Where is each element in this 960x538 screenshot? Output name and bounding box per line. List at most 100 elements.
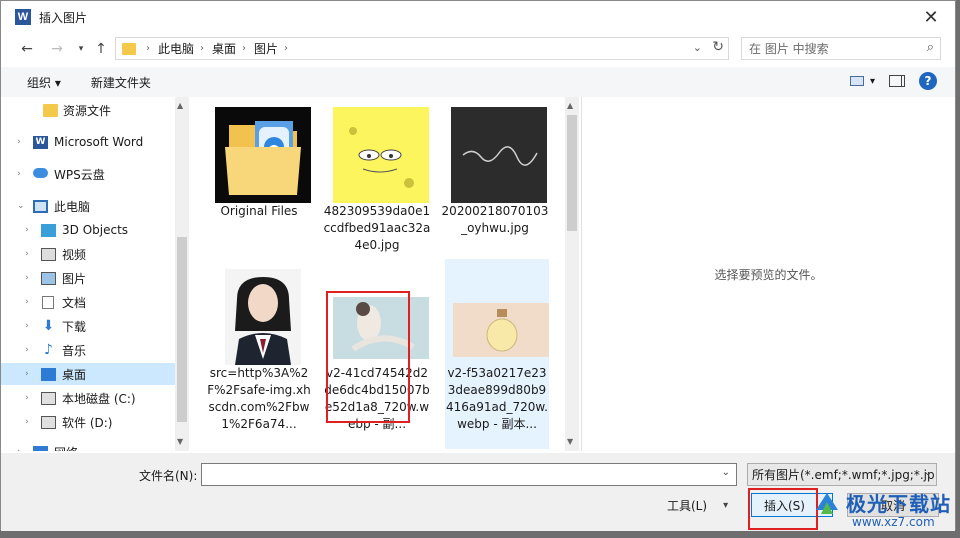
file-name: v2-f53a0217e233deae899d80b9416a91ad_720w… (446, 366, 548, 431)
file-name: 20200218070103_oyhwu.jpg (441, 204, 549, 235)
file-type-select[interactable]: 所有图片(*.emf;*.wmf;*.jpg;*.jp ⌄ (747, 463, 937, 486)
breadcrumb-desktop[interactable]: 桌面 (212, 40, 236, 57)
chevron-right-icon[interactable]: › (25, 417, 29, 427)
chevron-right-icon[interactable]: › (25, 369, 29, 379)
scroll-up-icon[interactable]: ▲ (177, 101, 183, 110)
change-view-button[interactable]: ▾ (849, 76, 875, 87)
file-item-xhscdn-image[interactable]: src=http%3A%2F%2Fsafe-img.xhscdn.com%2Fb… (205, 259, 311, 449)
sidebar-item-local-disk-c[interactable]: › 本地磁盘 (C:) (1, 387, 175, 409)
navigation-bar: ← → ▾ ↑ › 此电脑 › 桌面 › 图片 › ⌄ ↻ 在 图片 中搜索 ⌕ (1, 33, 955, 63)
chevron-right-icon[interactable]: › (25, 393, 29, 403)
navigation-pane: 资源文件 › W Microsoft Word › WPS云盘 ⌄ 此电脑 › … (1, 97, 189, 451)
word-app-icon: W (15, 9, 31, 25)
sidebar-item-desktop[interactable]: › 桌面 (1, 363, 175, 385)
drive-icon (41, 391, 56, 405)
file-list-scrollbar[interactable]: ▲ ▼ (565, 97, 579, 451)
breadcrumb-pictures[interactable]: 图片 (254, 40, 278, 57)
chevron-down-icon[interactable]: ⌄ (17, 201, 25, 211)
chevron-right-icon[interactable]: › (25, 225, 29, 235)
recent-locations-button[interactable]: ▾ (71, 39, 91, 59)
chevron-down-icon: ▾ (723, 500, 729, 511)
sidebar-item-label: 网络 (54, 444, 78, 452)
breadcrumb-this-pc[interactable]: 此电脑 (158, 40, 194, 57)
sidebar-item-resources[interactable]: 资源文件 (1, 99, 175, 121)
file-list: Original Files 482309539da0e1ccdfbed91aa… (191, 97, 565, 451)
sidebar-item-pictures[interactable]: › 图片 (1, 267, 175, 289)
address-bar[interactable]: › 此电脑 › 桌面 › 图片 › ⌄ ↻ (115, 37, 729, 60)
chevron-right-icon[interactable]: › (25, 345, 29, 355)
file-name: src=http%3A%2F%2Fsafe-img.xhscdn.com%2Fb… (207, 366, 311, 431)
new-folder-button[interactable]: 新建文件夹 (91, 74, 151, 91)
sidebar-item-wps-cloud[interactable]: › WPS云盘 (1, 163, 175, 185)
close-button[interactable]: ✕ (911, 1, 951, 33)
file-item-v2-f53a-webp[interactable]: v2-f53a0217e233deae899d80b9416a91ad_720w… (445, 259, 549, 449)
file-item-v2-41cd-webp[interactable]: v2-41cd74542d2de6dc4bd15007be52d1a8_720w… (323, 259, 430, 449)
insert-label: 插入(S) (764, 498, 805, 513)
word-icon: W (33, 135, 48, 149)
sidebar-item-3d-objects[interactable]: › 3D Objects (1, 219, 175, 241)
file-name: Original Files (220, 204, 298, 218)
breadcrumb-separator-icon: › (284, 43, 289, 54)
sidebar-item-label: 桌面 (62, 367, 87, 382)
search-input[interactable]: 在 图片 中搜索 ⌕ (741, 37, 941, 60)
scroll-down-icon[interactable]: ▼ (177, 437, 183, 446)
navigation-pane-scrollbar[interactable]: ▲ ▼ (175, 97, 189, 451)
chevron-right-icon[interactable]: › (25, 321, 29, 331)
chevron-right-icon[interactable]: › (25, 297, 29, 307)
filename-label: 文件名(N): (139, 469, 198, 483)
sidebar-item-downloads[interactable]: › ⬇ 下载 (1, 315, 175, 337)
command-toolbar: 组织 ▾ 新建文件夹 ▾ ? (1, 67, 955, 97)
video-icon (41, 247, 56, 261)
desktop-icon (41, 367, 56, 381)
network-icon (33, 445, 48, 451)
chevron-right-icon[interactable]: › (17, 447, 21, 451)
window-title: 插入图片 (39, 10, 88, 25)
image-thumbnail-icon (453, 303, 549, 357)
sidebar-item-microsoft-word[interactable]: › W Microsoft Word (1, 131, 175, 153)
image-thumbnail-icon (451, 107, 547, 203)
chevron-right-icon[interactable]: › (25, 273, 29, 283)
organize-menu[interactable]: 组织 ▾ (27, 74, 61, 91)
watermark-name: 极光下载站 (846, 492, 951, 516)
sidebar-item-network[interactable]: › 网络 (1, 441, 175, 451)
preview-message: 选择要预览的文件。 (714, 267, 823, 282)
scrollbar-thumb[interactable] (567, 115, 577, 231)
file-type-value: 所有图片(*.emf;*.wmf;*.jpg;*.jp (752, 468, 935, 482)
help-icon[interactable]: ? (919, 72, 937, 90)
cube-icon (41, 223, 56, 237)
refresh-icon[interactable]: ↻ (712, 39, 724, 55)
chevron-right-icon[interactable]: › (17, 137, 21, 147)
picture-icon (41, 271, 56, 285)
sidebar-item-documents[interactable]: › 文档 (1, 291, 175, 313)
sidebar-item-drive-d[interactable]: › 软件 (D:) (1, 411, 175, 433)
sidebar-item-music[interactable]: › ♪ 音乐 (1, 339, 175, 361)
chevron-down-icon[interactable]: ⌄ (722, 467, 730, 478)
sidebar-item-label: 本地磁盘 (C:) (62, 391, 136, 406)
scrollbar-thumb[interactable] (177, 237, 187, 422)
view-icon (849, 76, 864, 86)
filename-input[interactable]: ⌄ (201, 463, 737, 486)
forward-button[interactable]: → (47, 39, 67, 59)
title-bar: W 插入图片 ✕ (1, 1, 955, 33)
file-name: v2-41cd74542d2de6dc4bd15007be52d1a8_720w… (324, 366, 430, 431)
folder-icon (122, 42, 136, 55)
arrow-right-icon: → (51, 41, 63, 57)
address-history-chevron-icon[interactable]: ⌄ (693, 41, 702, 54)
sidebar-item-videos[interactable]: › 视频 (1, 243, 175, 265)
chevron-right-icon[interactable]: › (17, 169, 21, 179)
chevron-right-icon[interactable]: › (25, 249, 29, 259)
scroll-up-icon[interactable]: ▲ (567, 101, 573, 110)
back-button[interactable]: ← (17, 39, 37, 59)
breadcrumb-separator-icon: › (146, 43, 150, 54)
folder-thumbnail-icon (215, 107, 311, 203)
up-button[interactable]: ↑ (91, 39, 111, 59)
breadcrumb-separator-icon: › (200, 43, 205, 54)
scroll-down-icon[interactable]: ▼ (567, 437, 573, 446)
tools-menu[interactable]: 工具(L) ▾ (667, 497, 728, 514)
search-icon[interactable]: ⌕ (927, 40, 934, 55)
breadcrumb-separator-icon: › (242, 43, 247, 54)
preview-pane-icon[interactable] (889, 75, 905, 87)
sidebar-item-this-pc[interactable]: ⌄ 此电脑 (1, 195, 175, 217)
drive-icon (41, 415, 56, 429)
chevron-down-icon: ⌄ (923, 467, 932, 478)
